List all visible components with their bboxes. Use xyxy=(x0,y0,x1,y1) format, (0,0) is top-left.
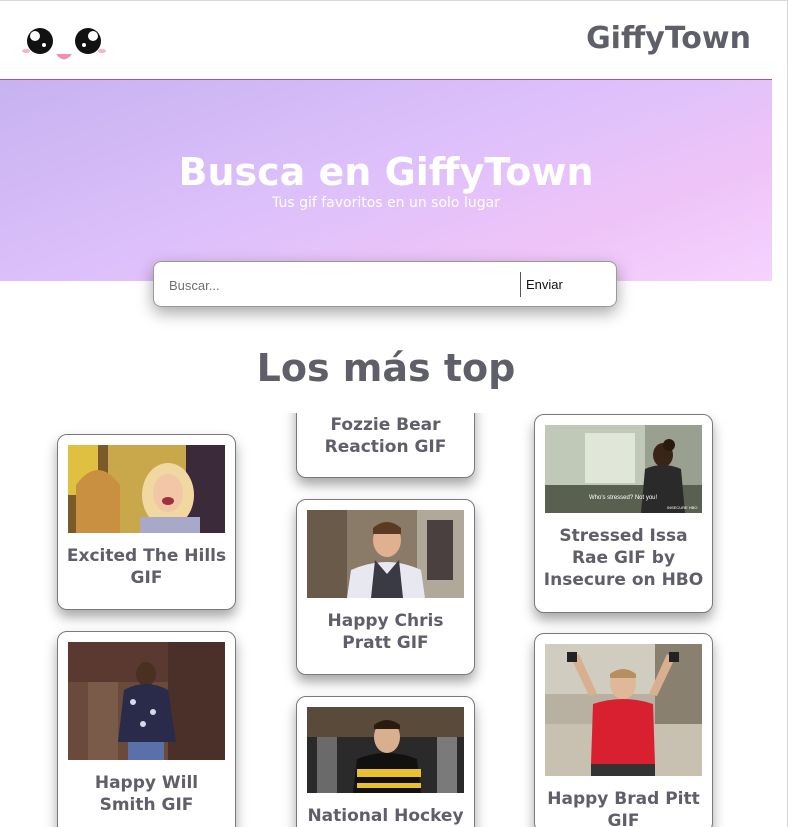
gif-title: Happy Will Smith GIF xyxy=(94,773,199,815)
gif-image: Who's stressed? Not you! INSECURE HBO xyxy=(545,425,702,513)
hero-title: Busca en GiffyTown xyxy=(178,150,594,194)
gif-card[interactable]: Happy Will Smith GIF xyxy=(57,631,236,827)
gif-image xyxy=(68,445,225,533)
gif-card[interactable]: Happy Brad Pitt GIF xyxy=(534,633,713,827)
brand-title[interactable]: GiffyTown xyxy=(586,21,751,56)
hero-subtitle: Tus gif favoritos en un solo lugar xyxy=(272,195,500,211)
gif-grid: Excited The Hills GIF Happy Will Smith G… xyxy=(0,413,772,827)
gif-title: Stressed Issa Rae GIF by Insecure on HBO xyxy=(543,526,704,590)
search-divider xyxy=(520,272,521,297)
gif-title: Happy Brad Pitt GIF xyxy=(547,789,700,827)
section-title: Los más top xyxy=(256,346,516,390)
gif-watermark-text: INSECURE HBO xyxy=(667,505,697,510)
gif-caption-text: Who's stressed? Not you! xyxy=(589,495,658,501)
gif-image xyxy=(68,642,225,760)
gif-image xyxy=(307,510,464,598)
gif-card[interactable]: Happy Chris Pratt GIF xyxy=(296,499,475,675)
gif-image xyxy=(307,707,464,793)
gif-image xyxy=(545,644,702,776)
gif-title: National Hockey xyxy=(307,806,464,826)
search-form: Enviar xyxy=(153,261,617,307)
hero-banner: Busca en GiffyTown Tus gif favoritos en … xyxy=(0,80,772,281)
gif-title: Excited The Hills GIF xyxy=(66,546,227,588)
gif-card[interactable]: Fozzie Bear Reaction GIF xyxy=(296,413,475,478)
search-input[interactable] xyxy=(162,270,517,300)
gif-title: Fozzie Bear Reaction GIF xyxy=(324,415,447,457)
gif-card[interactable]: Who's stressed? Not you! INSECURE HBO St… xyxy=(534,414,713,613)
submit-button[interactable]: Enviar xyxy=(522,272,612,297)
kawaii-face-logo-icon[interactable] xyxy=(22,25,106,65)
site-header: GiffyTown xyxy=(0,1,772,80)
gif-card[interactable]: National Hockey xyxy=(296,696,475,827)
gif-title: Happy Chris Pratt GIF xyxy=(327,611,444,653)
gif-card[interactable]: Excited The Hills GIF xyxy=(57,434,236,610)
